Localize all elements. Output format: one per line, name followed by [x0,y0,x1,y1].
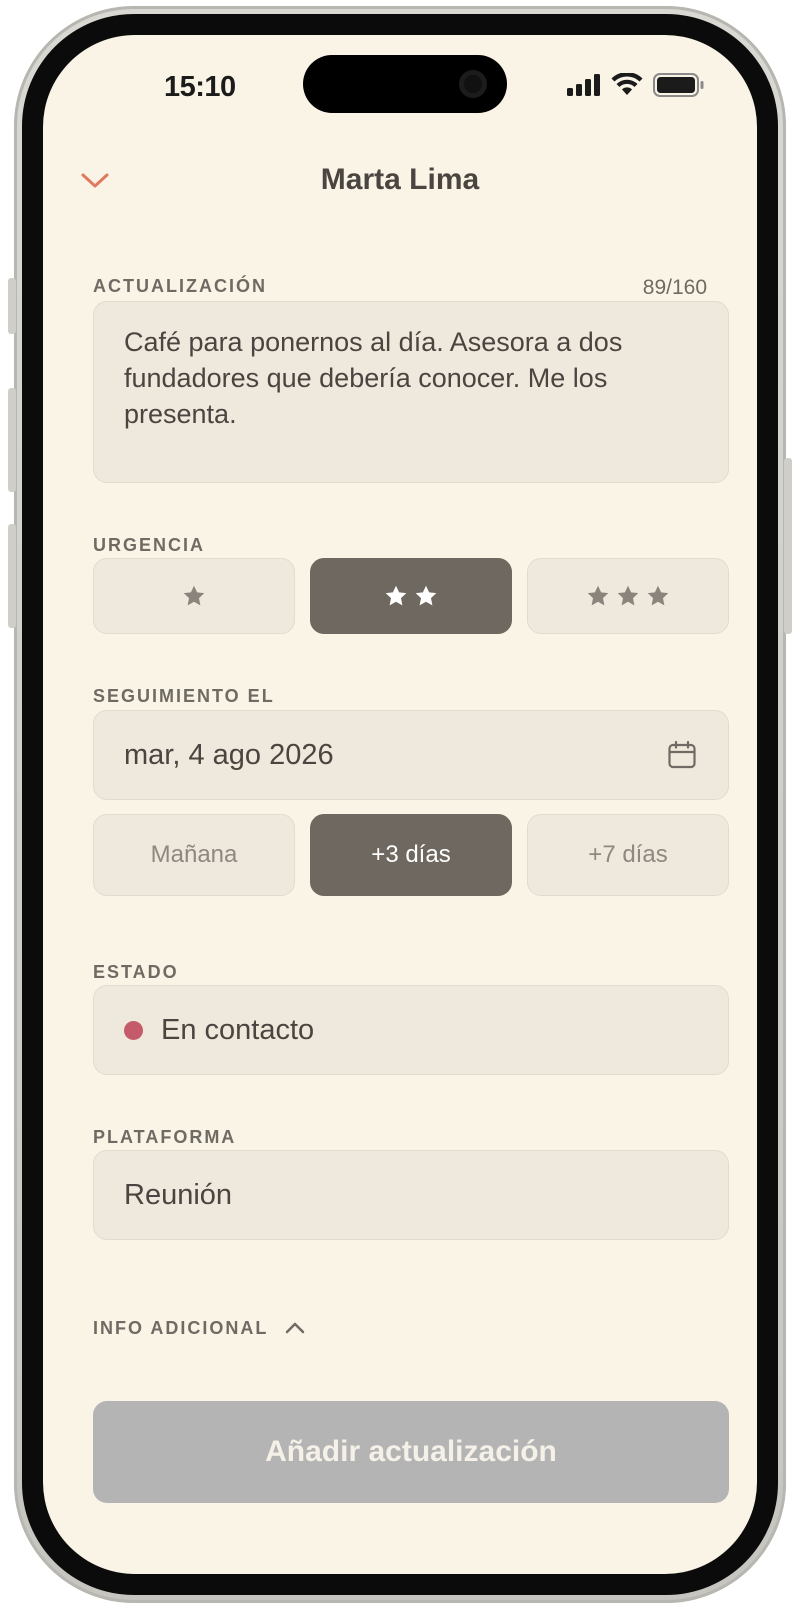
char-counter: 89/160 [642,276,707,299]
followup-label: SEGUIMIENTO EL [93,686,275,706]
status-time: 15:10 [164,71,236,103]
star-icon [617,585,639,606]
platform-select[interactable]: Reunión [93,1150,729,1240]
quick-option-tomorrow[interactable]: Mañana [93,814,295,896]
platform-label: PLATAFORMA [93,1127,237,1147]
mute-switch [8,278,16,334]
quick-option-7-days[interactable]: +7 días [527,814,729,896]
star-icon [587,585,609,606]
battery-icon [653,73,704,97]
quick-option-3-days[interactable]: +3 días [310,814,512,896]
followup-date-value: mar, 4 ago 2026 [124,738,334,771]
followup-quick-options: Mañana +3 días +7 días [93,814,729,896]
camera-icon [459,70,487,98]
update-textarea[interactable]: Café para ponernos al día. Asesora a dos… [93,301,729,483]
screen: 15:10 Marta Lima ACTUALIZACIÓN 89/160 Ca… [43,35,757,1574]
followup-date-field[interactable]: mar, 4 ago 2026 [93,710,729,800]
volume-down-button [8,524,16,628]
additional-info-label: INFO ADICIONAL [93,1317,269,1338]
phone-bezel: 15:10 Marta Lima ACTUALIZACIÓN 89/160 Ca… [22,14,778,1595]
status-dot [124,1020,143,1040]
additional-info-toggle[interactable]: INFO ADICIONAL [93,1317,306,1339]
state-label: ESTADO [93,962,179,982]
add-update-button[interactable]: Añadir actualización [93,1401,729,1503]
urgency-selector [93,558,729,634]
signal-icon [567,74,600,96]
star-icon [385,585,407,606]
update-label: ACTUALIZACIÓN [93,276,267,296]
urgency-option-1[interactable] [93,558,295,634]
chevron-up-icon [286,1322,305,1334]
power-button [784,458,792,634]
status-icons [567,73,705,97]
dynamic-island [303,55,507,113]
urgency-label: URGENCIA [93,535,206,555]
urgency-option-3[interactable] [527,558,729,634]
state-value: En contacto [161,1013,315,1046]
phone-frame: 15:10 Marta Lima ACTUALIZACIÓN 89/160 Ca… [8,6,792,1603]
star-icon [415,585,437,606]
wifi-icon [611,73,643,95]
urgency-option-2[interactable] [310,558,512,634]
star-icon [183,585,205,606]
volume-up-button [8,388,16,492]
state-select[interactable]: En contacto [93,985,729,1075]
calendar-icon [668,740,696,769]
star-icon [647,585,669,606]
platform-value: Reunión [124,1178,233,1211]
page-title: Marta Lima [320,163,480,196]
